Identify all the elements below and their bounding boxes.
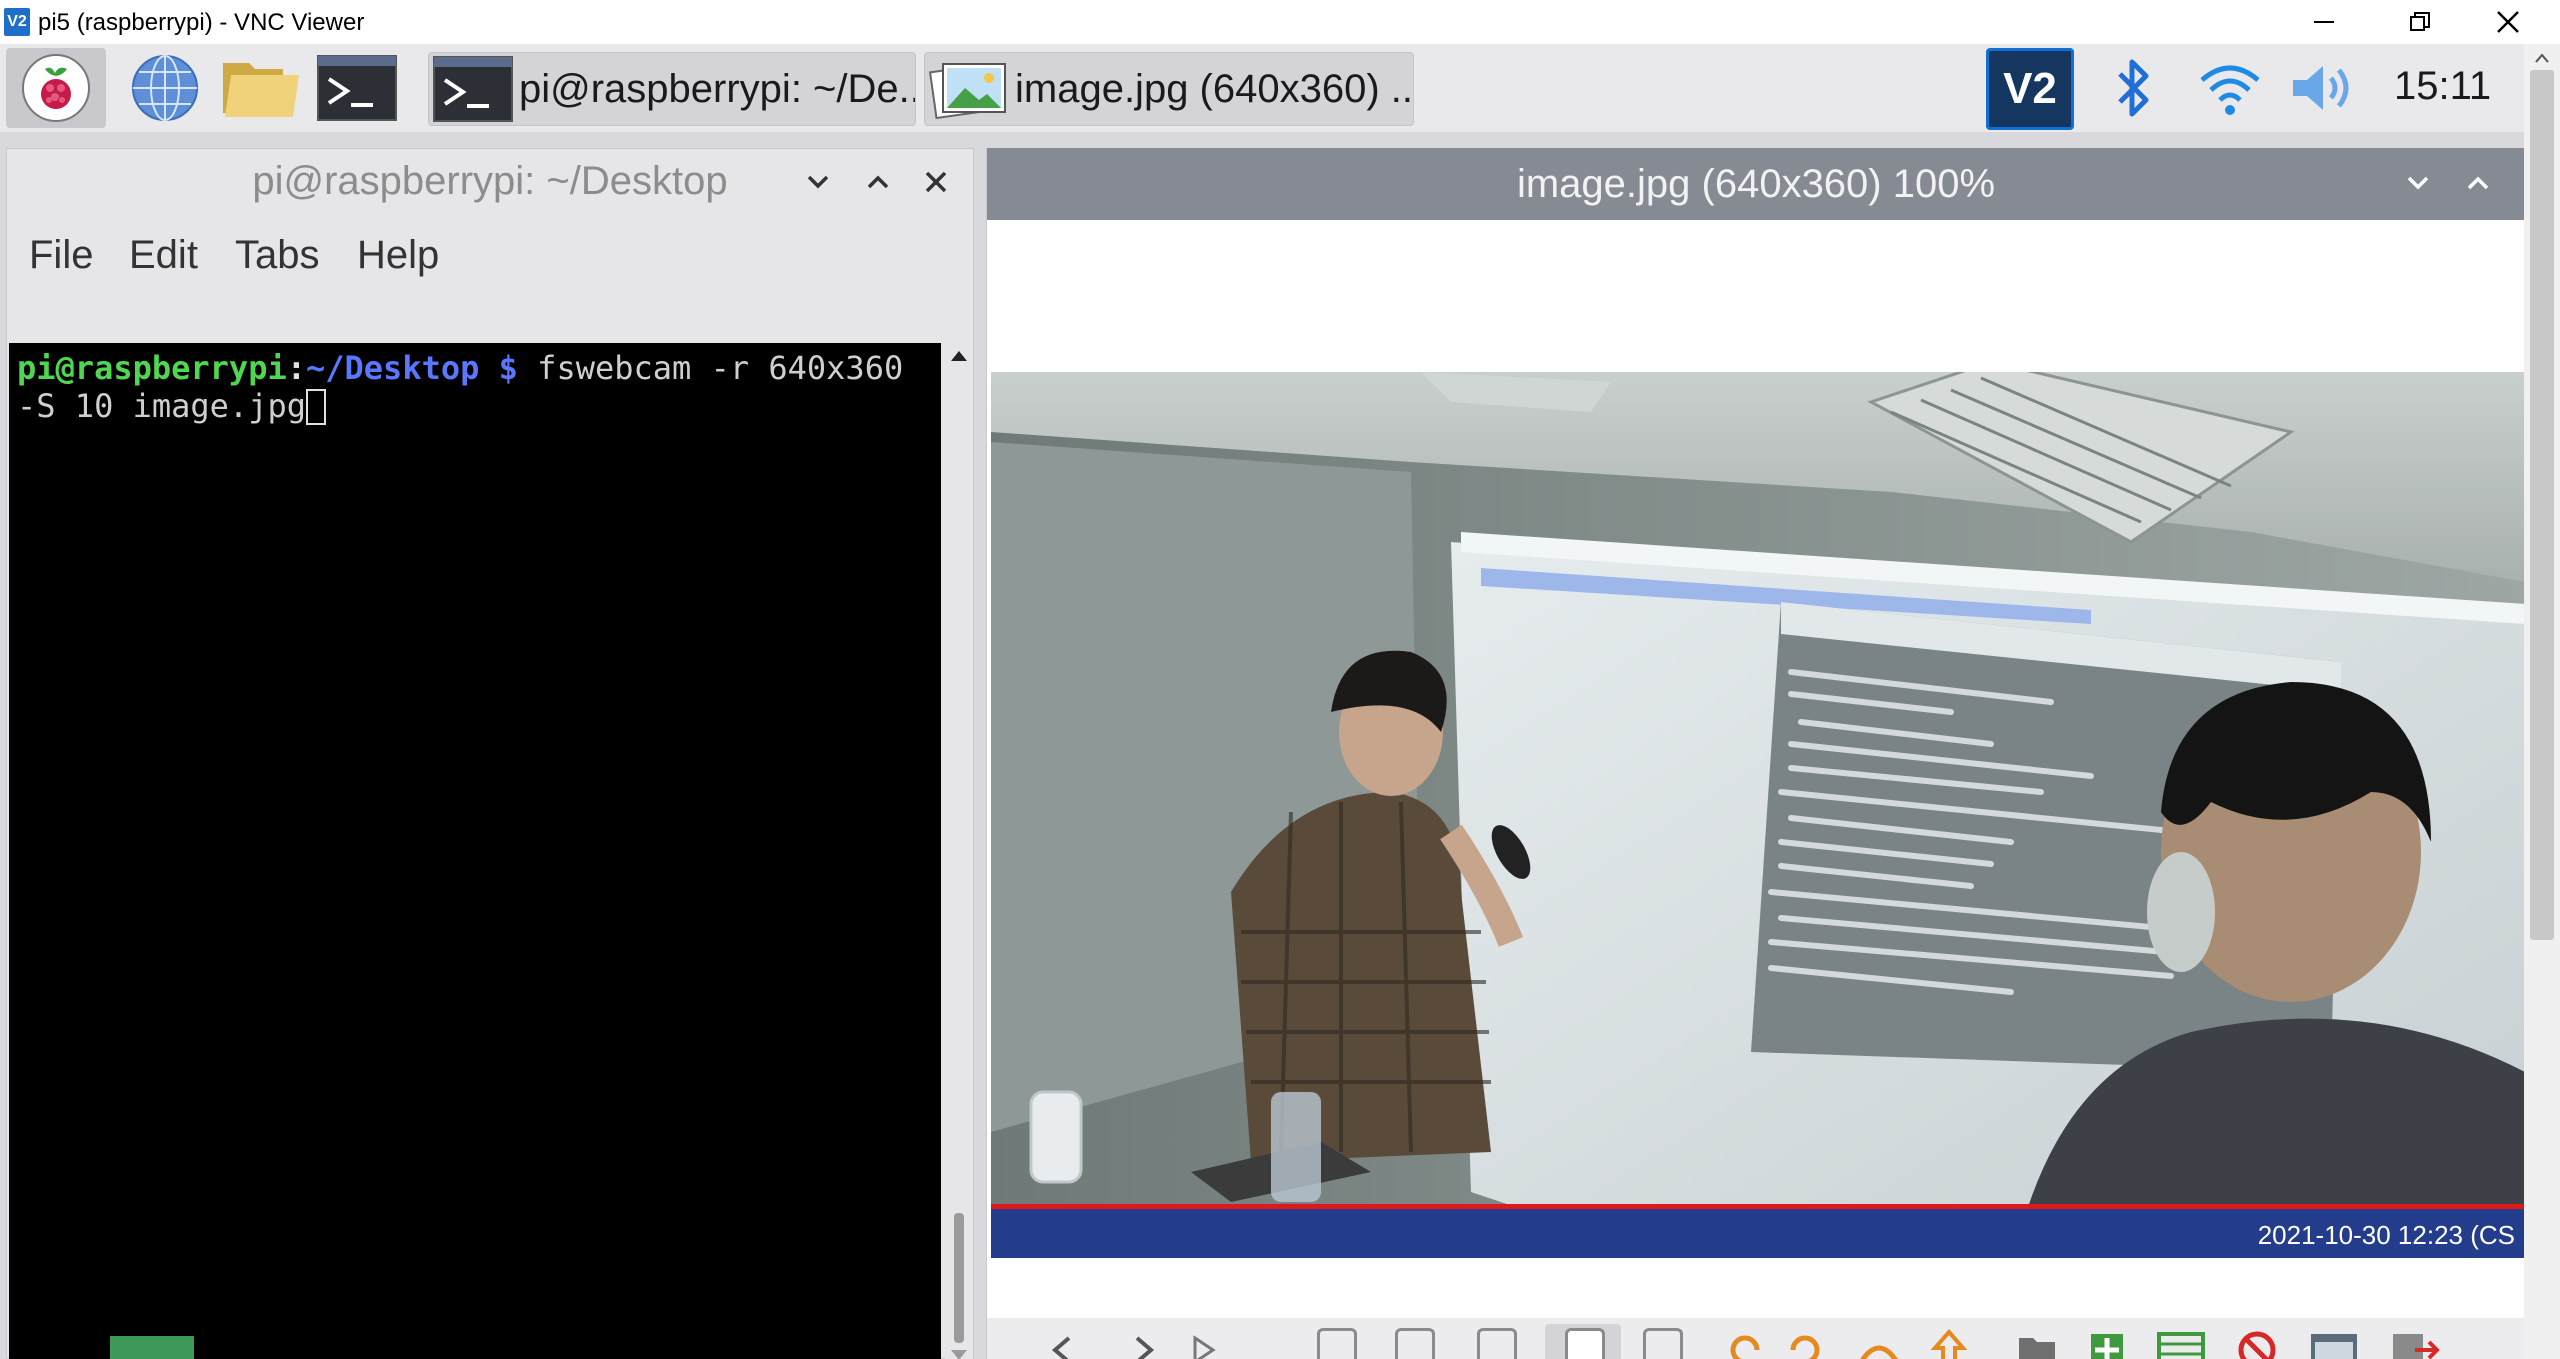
close-button[interactable] (2460, 0, 2556, 44)
image-viewer-titlebar[interactable]: image.jpg (640x360) 100% (987, 148, 2524, 220)
web-browser-button[interactable] (120, 48, 210, 128)
delete-icon[interactable] (2237, 1330, 2277, 1359)
close-icon (2497, 11, 2519, 33)
terminal-output[interactable]: pi@raspberrypi:~/Desktop $ fswebcam -r 6… (9, 343, 941, 1359)
wifi-icon (2200, 65, 2260, 115)
image-viewer-window[interactable]: image.jpg (640x360) 100% 2021-10-30 12:2… (986, 148, 2524, 1359)
maximize-icon[interactable] (2465, 170, 2491, 196)
open-folder-icon[interactable] (2017, 1332, 2057, 1359)
volume-button[interactable] (2286, 48, 2362, 128)
photo-timestamp: 2021-10-30 12:23 (CS (2258, 1220, 2515, 1250)
minimize-icon (2314, 21, 2334, 23)
restore-icon (2410, 12, 2430, 31)
zoom-fit-icon[interactable] (1477, 1328, 1517, 1359)
menu-edit[interactable]: Edit (129, 233, 198, 278)
zoom-in-icon[interactable] (1395, 1328, 1435, 1359)
terminal-launcher-button[interactable] (314, 48, 400, 128)
previous-icon[interactable] (1047, 1334, 1079, 1359)
maximize-button[interactable] (2372, 0, 2468, 44)
scrollbar-thumb[interactable] (954, 1213, 964, 1343)
flip-vertical-icon[interactable] (1931, 1328, 1967, 1359)
scroll-up-arrow-icon[interactable] (2534, 52, 2550, 64)
save-icon[interactable] (2087, 1330, 2127, 1359)
play-icon[interactable] (1187, 1334, 1219, 1359)
raspberry-icon (22, 54, 90, 122)
rotate-left-icon[interactable] (1727, 1332, 1763, 1359)
flip-horizontal-icon[interactable] (1857, 1332, 1901, 1359)
window-title: pi5 (raspberrypi) - VNC Viewer (38, 9, 365, 36)
minimize-icon[interactable] (2405, 170, 2431, 196)
vnc-tray-icon: V2 (2003, 64, 2057, 113)
task-label: image.jpg (640x360) ... (1015, 66, 1414, 111)
terminal-icon (433, 56, 513, 122)
menu-help[interactable]: Help (357, 233, 439, 278)
classroom-photo: 2021-10-30 12:23 (CS (991, 372, 2524, 1258)
vnc-server-tray-button[interactable]: V2 (1986, 48, 2074, 130)
vnc-app-icon: V2 (4, 8, 30, 36)
taskbar-clock[interactable]: 15:11 (2394, 64, 2491, 109)
image-viewer-title: image.jpg (640x360) 100% (1516, 162, 1996, 206)
terminal-titlebar[interactable]: pi@raspberrypi: ~/Desktop (7, 149, 973, 219)
original-size-icon (1565, 1328, 1605, 1359)
terminal-command-continuation: -S 10 image.jpg (17, 387, 326, 425)
taskbar-task-terminal[interactable]: pi@raspberrypi: ~/De... (428, 52, 916, 126)
menu-tabs[interactable]: Tabs (235, 233, 320, 278)
zoom-out-icon[interactable] (1317, 1328, 1357, 1359)
command-text: fswebcam -r 640x360 (517, 349, 904, 387)
prompt-separator: : (286, 349, 306, 387)
image-viewer-toolbar (987, 1318, 2524, 1359)
minimize-icon[interactable] (805, 169, 831, 195)
terminal-menubar: File Edit Tabs Help (7, 219, 973, 291)
maximize-icon[interactable] (865, 169, 891, 195)
rotate-right-icon[interactable] (1787, 1332, 1823, 1359)
remote-desktop[interactable]: pi@raspberrypi: ~/De... image.jpg (640x3… (0, 44, 2524, 1359)
image-viewer-icon (929, 62, 1006, 120)
preferences-icon[interactable] (2309, 1330, 2359, 1359)
vnc-titlebar: V2 pi5 (raspberrypi) - VNC Viewer (0, 0, 2560, 44)
minimize-button[interactable] (2276, 0, 2372, 44)
bluetooth-icon (2118, 59, 2149, 117)
prompt-path: ~/Desktop $ (305, 349, 518, 387)
scroll-up-arrow-icon[interactable] (949, 347, 969, 363)
terminal-scrollbar[interactable] (945, 343, 973, 1359)
webcam-photo: 2021-10-30 12:23 (CS (991, 372, 2524, 1258)
viewer-scrollbar-thumb[interactable] (2530, 70, 2554, 940)
taskbar: pi@raspberrypi: ~/De... image.jpg (640x3… (0, 44, 2524, 132)
globe-icon (132, 55, 198, 121)
terminal-command-line: pi@raspberrypi:~/Desktop $ fswebcam -r 6… (17, 349, 903, 387)
wifi-button[interactable] (2194, 48, 2266, 128)
volume-icon (2293, 66, 2349, 110)
terminal-window[interactable]: pi@raspberrypi: ~/Desktop File Edit Tabs… (6, 148, 974, 1359)
raspberry-menu-button[interactable] (6, 48, 106, 128)
task-label: pi@raspberrypi: ~/De... (519, 66, 916, 111)
close-icon[interactable] (923, 169, 949, 195)
terminal-icon (317, 55, 397, 121)
scroll-down-arrow-icon[interactable] (949, 1348, 969, 1359)
bluetooth-button[interactable] (2104, 48, 2164, 128)
folder-icon (223, 63, 299, 117)
command-text-continued: -S 10 image.jpg (17, 387, 306, 425)
menu-file[interactable]: File (29, 233, 93, 278)
file-manager-button[interactable] (218, 48, 304, 128)
prompt-user: pi@raspberrypi (17, 349, 287, 387)
taskbar-task-image-viewer[interactable]: image.jpg (640x360) ... (924, 52, 1414, 126)
fullscreen-icon[interactable] (1643, 1328, 1683, 1359)
desktop-panel-item[interactable] (110, 1336, 194, 1359)
text-cursor (305, 389, 326, 425)
exit-icon[interactable] (2391, 1330, 2441, 1359)
save-as-icon[interactable] (2157, 1330, 2205, 1359)
next-icon[interactable] (1127, 1334, 1159, 1359)
